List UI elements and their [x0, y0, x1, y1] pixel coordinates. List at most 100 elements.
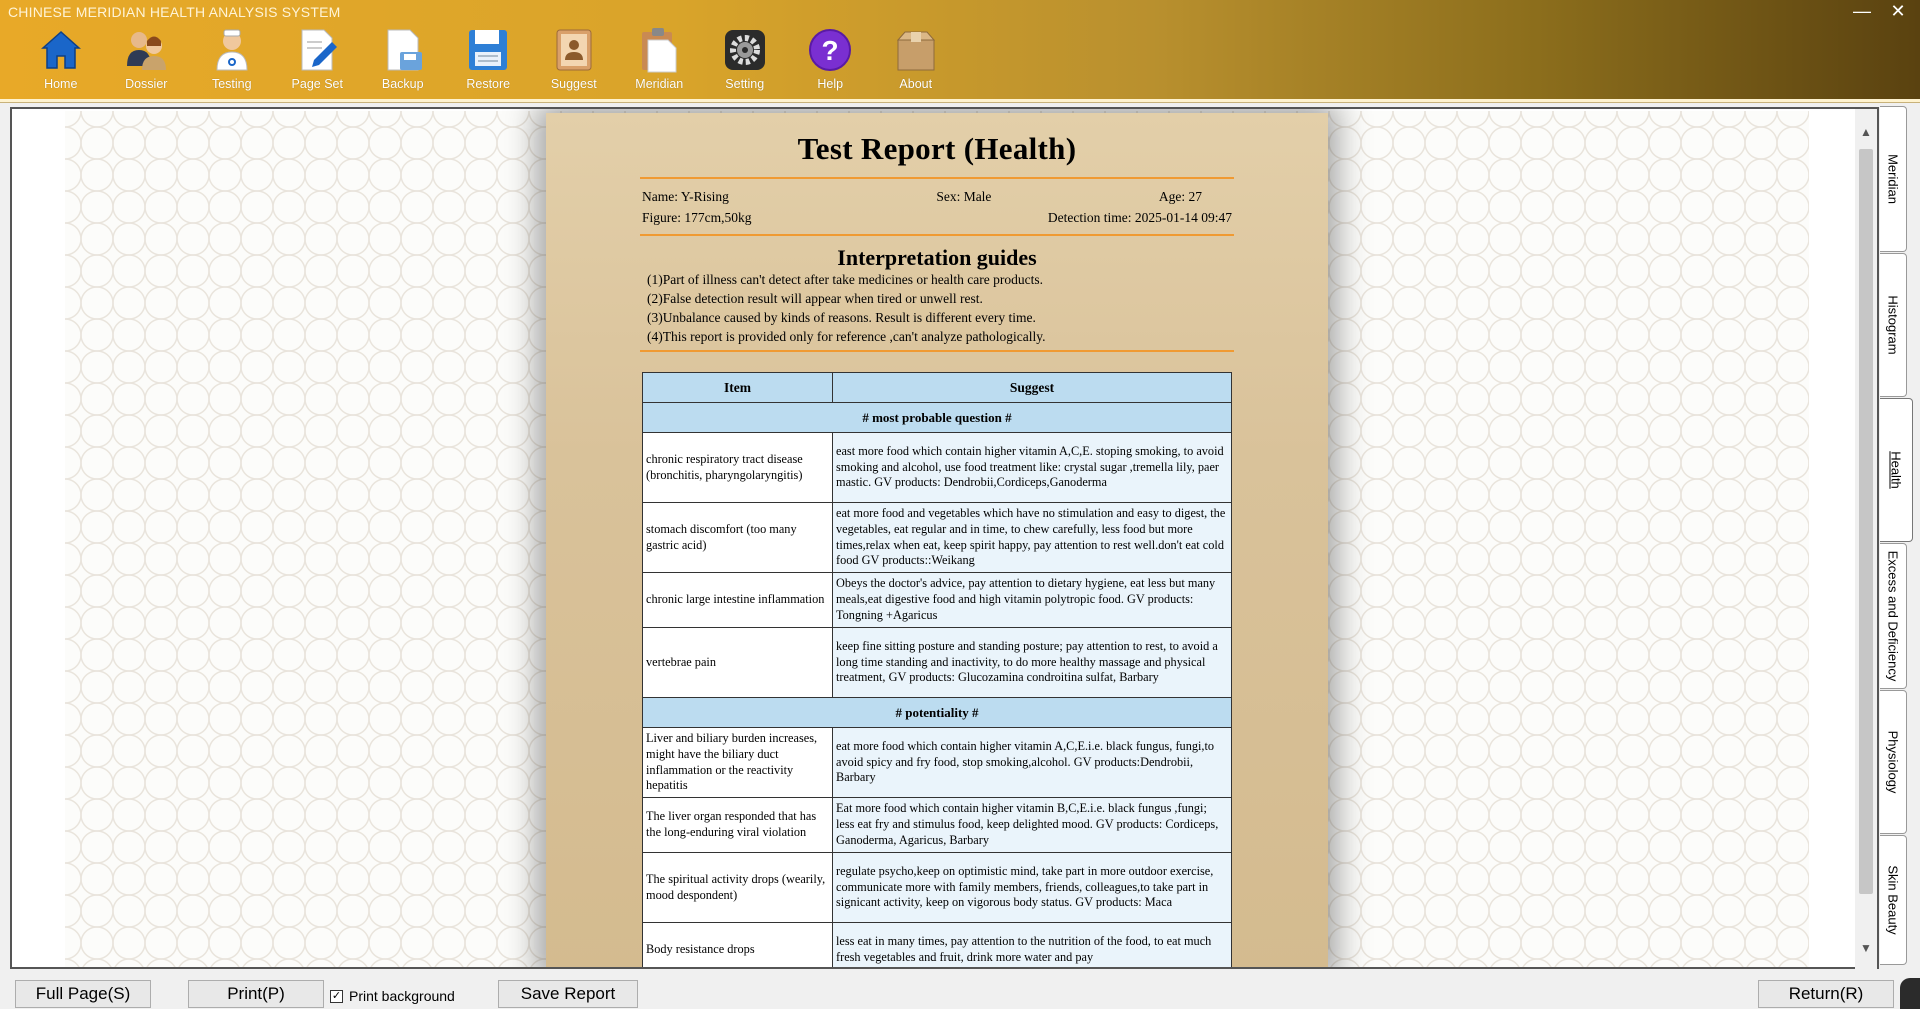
- section-header: # most probable question #: [642, 402, 1232, 433]
- save-report-button[interactable]: Save Report: [498, 980, 638, 1008]
- tab-label: Physiology: [1885, 730, 1901, 794]
- edit-page-icon: [301, 29, 338, 71]
- patient-name: Name: Y-Rising: [642, 189, 729, 204]
- svg-text:?: ?: [822, 35, 839, 66]
- column-header-suggest: Suggest: [832, 372, 1232, 403]
- contact-book-icon: [556, 29, 592, 71]
- patient-age: Age: 27: [1158, 189, 1202, 204]
- table-row: vertebrae pain keep fine sitting posture…: [642, 627, 1232, 698]
- toolbar-help-label: Help: [817, 77, 844, 91]
- save-icon: [469, 30, 508, 70]
- item-cell: chronic large intestine inflammation: [642, 572, 833, 628]
- box-icon: [896, 31, 935, 71]
- table-row: chronic respiratory tract disease (bronc…: [642, 432, 1232, 503]
- help-icon: ?: [809, 29, 852, 71]
- guide-item: (4)This report is provided only for refe…: [647, 329, 1046, 344]
- toolbar-backup-label: Backup: [381, 77, 424, 91]
- toolbar-suggest-button[interactable]: Suggest: [531, 26, 617, 98]
- guide-item: (3)Unbalance caused by kinds of reasons.…: [647, 310, 1036, 325]
- toolbar-restore-label: Restore: [466, 77, 511, 91]
- guide-item: (1)Part of illness can't detect after ta…: [647, 272, 1044, 287]
- guide-item: (2)False detection result will appear wh…: [647, 291, 983, 306]
- section-header: # potentiality #: [642, 697, 1232, 728]
- suggest-cell: regulate psycho,keep on optimistic mind,…: [832, 852, 1232, 923]
- item-cell: The liver organ responded that has the l…: [642, 797, 833, 853]
- return-button[interactable]: Return(R): [1758, 980, 1894, 1008]
- gear-icon: [724, 30, 765, 70]
- toolbar-about-button[interactable]: About: [873, 26, 959, 98]
- tab-health[interactable]: Health: [1880, 398, 1913, 542]
- print-background-checkbox[interactable]: ✓ Print background: [330, 988, 455, 1004]
- toolbar-help-button[interactable]: ? Help: [788, 26, 874, 98]
- table-row: Liver and biliary burden increases, migh…: [642, 727, 1232, 798]
- users-icon: [127, 32, 167, 70]
- item-cell: vertebrae pain: [642, 627, 833, 698]
- bottom-bar: Full Page(S) Print(P) ✓ Print background…: [0, 972, 1920, 1009]
- suggest-cell: eat more food which contain higher vitam…: [832, 727, 1232, 798]
- table-row: The liver organ responded that has the l…: [642, 797, 1232, 853]
- toolbar-testing-button[interactable]: Testing: [189, 26, 275, 98]
- tab-skin-beauty[interactable]: Skin Beauty: [1880, 835, 1907, 965]
- toolbar-restore-button[interactable]: Restore: [446, 26, 532, 98]
- patient-figure: Figure: 177cm,50kg: [642, 210, 752, 225]
- print-button[interactable]: Print(P): [188, 980, 324, 1008]
- suggest-cell: Eat more food which contain higher vitam…: [832, 797, 1232, 853]
- close-button[interactable]: ✕: [1884, 0, 1912, 22]
- print-background-label: Print background: [349, 988, 455, 1004]
- tab-histogram[interactable]: Histogram: [1880, 253, 1907, 397]
- item-cell: Body resistance drops: [642, 922, 833, 967]
- suggest-cell: eat more food and vegetables which have …: [832, 502, 1232, 573]
- suggest-table: Item Suggest # most probable question # …: [642, 372, 1232, 967]
- divider: [640, 350, 1234, 352]
- toolbar-meridian-button[interactable]: Meridian: [617, 26, 703, 98]
- full-page-button[interactable]: Full Page(S): [15, 980, 151, 1008]
- title-toolbar: CHINESE MERIDIAN HEALTH ANALYSIS SYSTEM …: [0, 0, 1920, 100]
- tab-label: Health: [1888, 451, 1904, 489]
- detection-time: Detection time: 2025-01-14 09:47: [1047, 210, 1232, 225]
- tab-label: Histogram: [1885, 295, 1901, 355]
- vertical-scrollbar[interactable]: ▲ ▼: [1855, 109, 1877, 969]
- toolbar-backup-button[interactable]: Backup: [360, 26, 446, 98]
- toolbar-page-set-button[interactable]: Page Set: [275, 26, 361, 98]
- toolbar-meridian-label: Meridian: [635, 77, 684, 91]
- toolbar: Home Dossier Testing Page Set Backup Res…: [18, 26, 959, 98]
- tab-physiology[interactable]: Physiology: [1880, 690, 1907, 834]
- app-title: CHINESE MERIDIAN HEALTH ANALYSIS SYSTEM: [8, 4, 341, 20]
- toolbar-home-button[interactable]: Home: [18, 26, 104, 98]
- tab-excess-and-deficiency[interactable]: Excess and Deficiency: [1880, 543, 1907, 689]
- table-row: stomach discomfort (too many gastric aci…: [642, 502, 1232, 573]
- scroll-thumb[interactable]: [1859, 149, 1873, 894]
- scroll-down-icon[interactable]: ▼: [1855, 939, 1877, 957]
- table-row: The spiritual activity drops (wearily, m…: [642, 852, 1232, 923]
- report-title: Test Report (Health): [797, 131, 1077, 166]
- toolbar-suggest-label: Suggest: [550, 77, 597, 91]
- toolbar-divider: [0, 99, 1920, 103]
- toolbar-dossier-button[interactable]: Dossier: [104, 26, 190, 98]
- app-corner-icon: [1900, 978, 1920, 1009]
- scroll-up-icon[interactable]: ▲: [1855, 123, 1877, 141]
- suggest-cell: east more food which contain higher vita…: [832, 432, 1232, 503]
- clipboard-icon: [642, 28, 677, 73]
- toolbar-dossier-label: Dossier: [125, 77, 168, 91]
- guides-title: Interpretation guides: [837, 245, 1037, 270]
- doctor-icon: [216, 29, 248, 71]
- table-row: Body resistance drops less eat in many t…: [642, 922, 1232, 967]
- tab-label: Skin Beauty: [1885, 865, 1901, 935]
- toolbar-setting-label: Setting: [725, 77, 765, 91]
- divider: [640, 234, 1234, 236]
- checkbox-check-icon[interactable]: ✓: [330, 989, 343, 1003]
- table-row: chronic large intestine inflammation Obe…: [642, 572, 1232, 628]
- toolbar-about-label: About: [899, 77, 933, 91]
- tab-meridian[interactable]: Meridian: [1880, 106, 1907, 252]
- home-icon: [40, 30, 81, 69]
- minimize-button[interactable]: —: [1848, 0, 1876, 22]
- toolbar-setting-button[interactable]: Setting: [702, 26, 788, 98]
- tab-label: Meridian: [1885, 154, 1901, 204]
- column-header-item: Item: [642, 372, 833, 403]
- item-cell: The spiritual activity drops (wearily, m…: [642, 852, 833, 923]
- item-cell: Liver and biliary burden increases, migh…: [642, 727, 833, 798]
- item-cell: stomach discomfort (too many gastric aci…: [642, 502, 833, 573]
- toolbar-page-set-label: Page Set: [291, 77, 343, 91]
- suggest-cell: less eat in many times, pay attention to…: [832, 922, 1232, 967]
- patient-sex: Sex: Male: [936, 189, 992, 204]
